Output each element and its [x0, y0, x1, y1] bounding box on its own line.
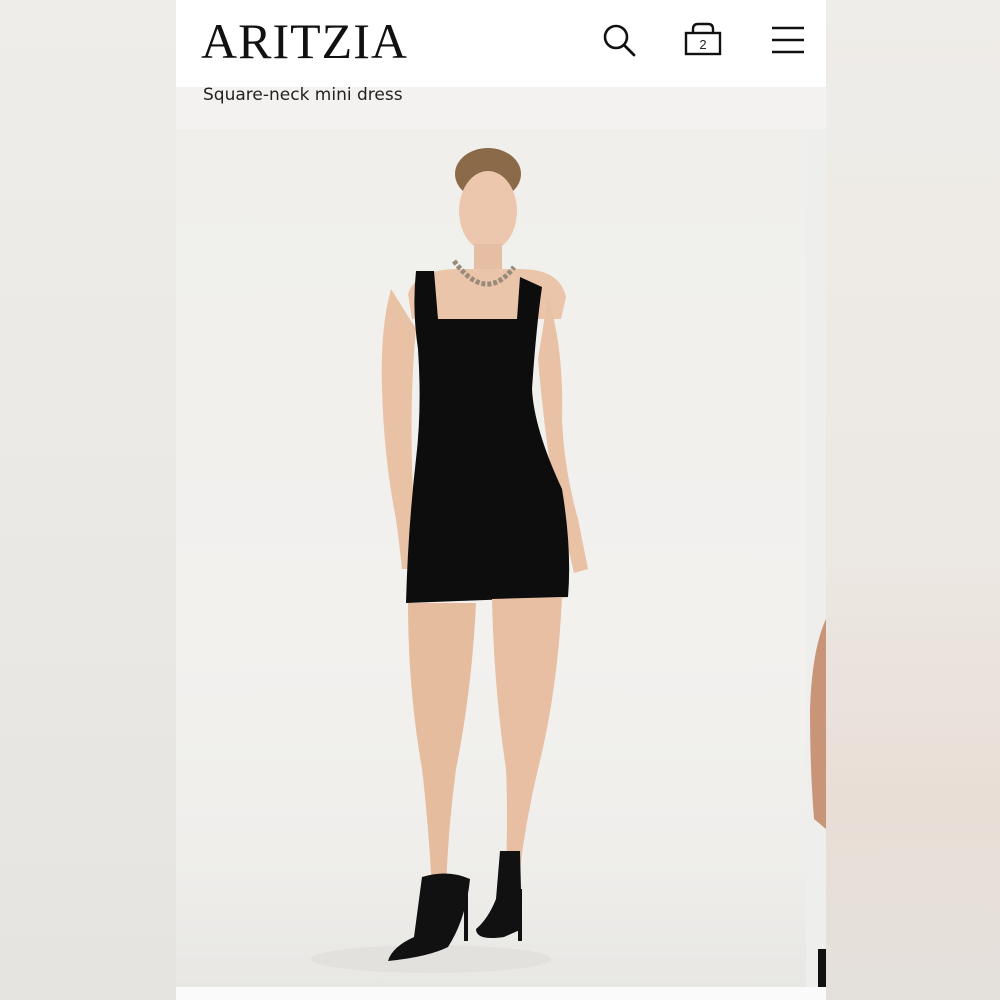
- hamburger-menu-icon: [772, 26, 804, 54]
- brand-logo[interactable]: ARITZIA: [201, 14, 408, 68]
- mobile-screen: ARITZIA 2 Square-neck mini dress: [176, 0, 826, 1000]
- next-image-preview: [810, 619, 826, 987]
- shopping-bag-button[interactable]: 2: [683, 20, 723, 60]
- site-header: ARITZIA 2: [176, 0, 826, 87]
- product-image[interactable]: [176, 129, 806, 987]
- bottom-strip: [176, 987, 826, 1000]
- product-name: Square-neck mini dress: [203, 85, 403, 105]
- next-image-peek[interactable]: [806, 129, 826, 987]
- search-icon: [603, 24, 636, 57]
- blurred-background-right: [824, 0, 1000, 1000]
- bag-item-count: 2: [699, 37, 707, 52]
- blurred-background-left: [0, 0, 176, 1000]
- menu-button[interactable]: [768, 20, 808, 60]
- model-wearing-dress-image: [311, 148, 588, 973]
- search-button[interactable]: [599, 20, 639, 60]
